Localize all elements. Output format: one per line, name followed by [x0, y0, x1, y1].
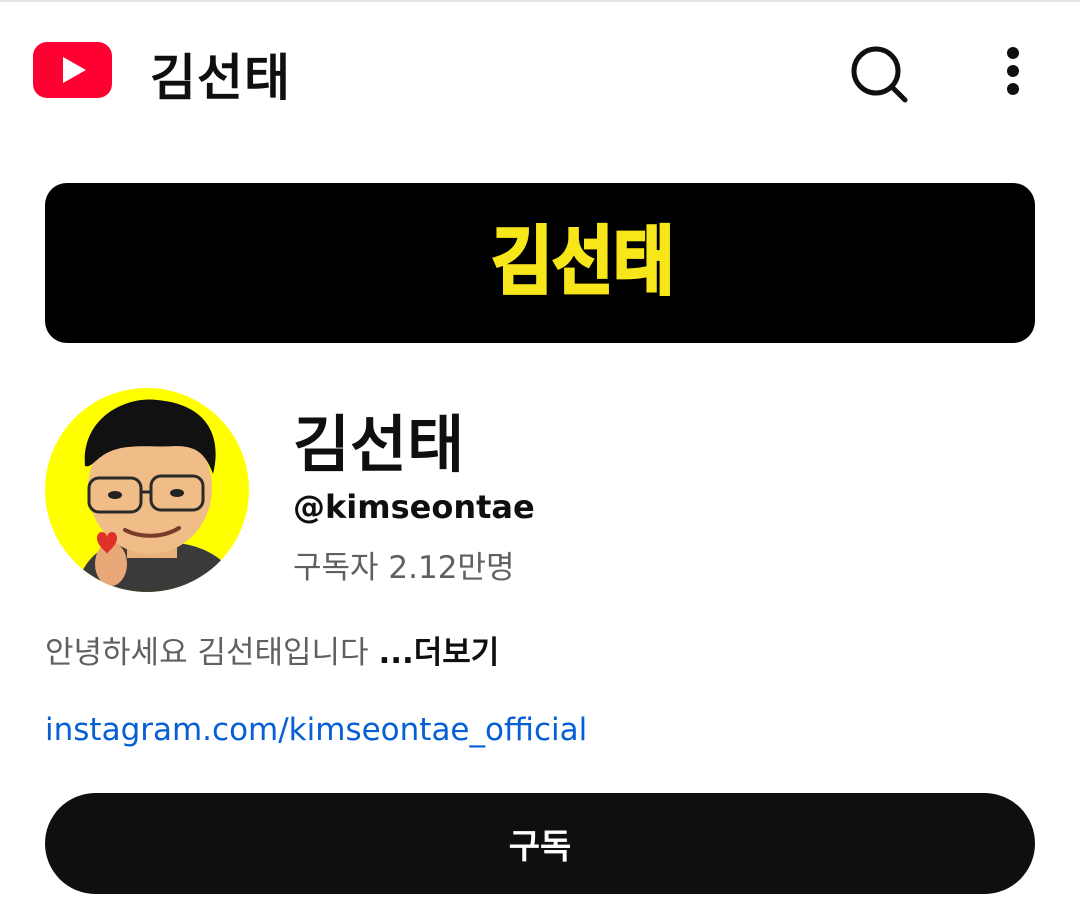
avatar-illustration — [45, 388, 249, 592]
more-description-link[interactable]: ...더보기 — [378, 635, 499, 671]
banner-logo-text: 김선태 — [492, 218, 674, 305]
search-icon[interactable] — [842, 38, 914, 110]
channel-avatar[interactable] — [45, 388, 249, 592]
subscriber-count: 구독자 2.12만명 — [293, 550, 515, 586]
banner-logo: 김선태 — [490, 217, 675, 307]
channel-banner: 김선태 — [45, 183, 1035, 343]
channel-page: 김선태 김선태 김선태 @kimseontae 구독자 2.12만명 안녕하세요… — [0, 0, 1080, 915]
app-title: 김선태 — [150, 49, 291, 107]
channel-description[interactable]: 안녕하세요 김선태입니다 ...더보기 — [45, 627, 499, 672]
more-vertical-icon[interactable] — [990, 38, 1036, 110]
channel-name: 김선태 — [293, 408, 465, 481]
subscribe-button[interactable]: 구독 — [45, 793, 1035, 894]
youtube-logo-icon[interactable] — [33, 42, 112, 98]
channel-handle: @kimseontae — [293, 488, 535, 526]
instagram-link[interactable]: instagram.com/kimseontae_official — [45, 712, 587, 748]
description-text: 안녕하세요 김선태입니다 — [45, 635, 379, 671]
top-app-bar: 김선태 — [0, 2, 1080, 137]
